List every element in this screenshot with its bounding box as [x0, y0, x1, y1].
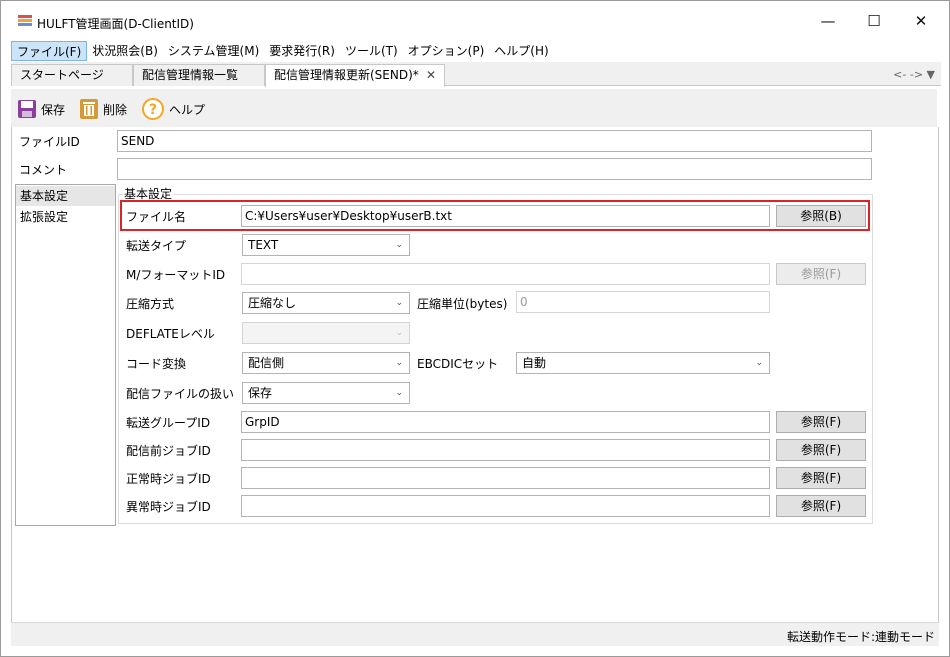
- error-job-input[interactable]: [241, 495, 770, 517]
- maximize-button[interactable]: ☐: [851, 7, 897, 35]
- ebcdic-select[interactable]: 自動 ⌄: [516, 352, 770, 374]
- group-id-input[interactable]: GrpID: [241, 411, 770, 433]
- trash-icon: [80, 99, 98, 119]
- tab-start-page[interactable]: スタートページ: [11, 64, 133, 86]
- comment-input[interactable]: [117, 158, 872, 180]
- close-icon: ✕: [914, 12, 928, 30]
- status-bar: 転送動作モード:連動モード: [11, 622, 939, 646]
- file-name-input[interactable]: C:¥Users¥user¥Desktop¥userB.txt: [241, 205, 770, 227]
- browse-normal-job-button[interactable]: 参照(F): [776, 467, 866, 489]
- pre-job-input[interactable]: [241, 439, 770, 461]
- code-conv-label: コード変換: [126, 357, 187, 371]
- tab-send-update[interactable]: 配信管理情報更新(SEND)* ✕: [265, 64, 445, 87]
- format-id-input[interactable]: [241, 263, 770, 285]
- compression-unit-input[interactable]: 0: [516, 291, 770, 313]
- minimize-button[interactable]: —: [805, 7, 851, 35]
- svg-text:?: ?: [149, 102, 157, 118]
- transfer-type-value: TEXT: [248, 238, 279, 252]
- tab-close-icon[interactable]: ✕: [426, 65, 436, 85]
- tab-send-list[interactable]: 配信管理情報一覧: [133, 64, 265, 86]
- menu-file[interactable]: ファイル(F): [11, 41, 88, 61]
- minimize-icon: —: [820, 12, 836, 30]
- chevron-down-icon: ⌄: [395, 328, 403, 338]
- compression-label: 圧縮方式: [126, 297, 175, 311]
- toolbar: 保存 削除 ? ヘルプ: [11, 89, 937, 127]
- menu-tools[interactable]: ツール(T): [340, 41, 403, 61]
- main-window: HULFT管理画面(D-ClientID) — ☐ ✕ ファイル(F) 状況照会…: [0, 0, 950, 657]
- menu-options[interactable]: オプション(P): [403, 41, 490, 61]
- app-icon: [18, 15, 32, 26]
- chevron-down-icon: ⌄: [395, 240, 403, 250]
- status-text: 転送動作モード:連動モード: [786, 630, 935, 644]
- normal-job-label: 正常時ジョブID: [126, 472, 211, 486]
- ebcdic-value: 自動: [522, 356, 547, 370]
- close-button[interactable]: ✕: [898, 7, 944, 35]
- file-handling-label: 配信ファイルの扱い: [126, 387, 235, 401]
- group-id-label: 転送グループID: [126, 416, 211, 430]
- sidebar-item-basic[interactable]: 基本設定: [16, 186, 115, 206]
- chevron-down-icon: ⌄: [395, 298, 403, 308]
- browse-group-button[interactable]: 参照(F): [776, 411, 866, 433]
- format-id-label: M/フォーマットID: [126, 268, 226, 282]
- sidebar-item-extended[interactable]: 拡張設定: [16, 207, 115, 227]
- maximize-icon: ☐: [867, 12, 881, 30]
- ebcdic-label: EBCDICセット: [417, 357, 499, 371]
- compression-value: 圧縮なし: [248, 296, 297, 310]
- delete-button[interactable]: 削除: [79, 97, 127, 121]
- browse-pre-job-button[interactable]: 参照(F): [776, 439, 866, 461]
- panel-border-right: [938, 127, 939, 623]
- tab-label: スタートページ: [20, 68, 104, 82]
- file-id-label: ファイルID: [19, 135, 80, 149]
- chevron-down-icon: ⌄: [755, 358, 763, 368]
- compression-unit-label: 圧縮単位(bytes): [417, 297, 508, 311]
- code-conv-select[interactable]: 配信側 ⌄: [242, 352, 410, 374]
- browse-file-button[interactable]: 参照(B): [776, 205, 866, 227]
- compression-select[interactable]: 圧縮なし ⌄: [242, 292, 410, 314]
- panel-border-left: [11, 127, 12, 623]
- help-label: ヘルプ: [169, 102, 206, 117]
- browse-format-button[interactable]: 参照(F): [776, 263, 866, 285]
- menu-request[interactable]: 要求発行(R): [264, 41, 340, 61]
- file-name-label: ファイル名: [126, 210, 187, 224]
- transfer-type-select[interactable]: TEXT ⌄: [242, 234, 410, 256]
- pre-job-label: 配信前ジョブID: [126, 444, 211, 458]
- comment-label: コメント: [19, 163, 68, 177]
- menu-system[interactable]: システム管理(M): [163, 41, 264, 61]
- delete-label: 削除: [103, 102, 128, 117]
- save-label: 保存: [41, 102, 66, 117]
- tab-label: 配信管理情報一覧: [142, 68, 239, 82]
- normal-job-input[interactable]: [241, 467, 770, 489]
- file-id-input[interactable]: SEND: [117, 130, 872, 152]
- tab-label: 配信管理情報更新(SEND)*: [274, 68, 419, 82]
- transfer-type-label: 転送タイプ: [126, 239, 187, 253]
- title-bar: HULFT管理画面(D-ClientID) — ☐ ✕: [1, 1, 949, 37]
- deflate-select[interactable]: ⌄: [242, 322, 410, 344]
- browse-error-job-button[interactable]: 参照(F): [776, 495, 866, 517]
- save-icon: [18, 100, 36, 118]
- chevron-down-icon: ⌄: [395, 358, 403, 368]
- save-button[interactable]: 保存: [17, 97, 65, 121]
- tab-bar: スタートページ 配信管理情報一覧 配信管理情報更新(SEND)* ✕ <- ->…: [11, 62, 941, 87]
- settings-list: 基本設定 拡張設定: [15, 184, 116, 526]
- code-conv-value: 配信側: [248, 356, 285, 370]
- file-handling-value: 保存: [248, 386, 273, 400]
- menu-bar: ファイル(F) 状況照会(B) システム管理(M) 要求発行(R) ツール(T)…: [11, 41, 941, 61]
- help-icon: ?: [142, 98, 164, 120]
- help-button[interactable]: ? ヘルプ: [141, 97, 205, 121]
- menu-status[interactable]: 状況照会(B): [87, 41, 163, 61]
- menu-help[interactable]: ヘルプ(H): [489, 41, 553, 61]
- window-title: HULFT管理画面(D-ClientID): [37, 17, 194, 31]
- file-handling-select[interactable]: 保存 ⌄: [242, 382, 410, 404]
- error-job-label: 異常時ジョブID: [126, 500, 211, 514]
- chevron-down-icon: ⌄: [395, 388, 403, 398]
- deflate-label: DEFLATEレベル: [126, 327, 215, 341]
- tab-nav[interactable]: <- -> ▼: [893, 68, 935, 81]
